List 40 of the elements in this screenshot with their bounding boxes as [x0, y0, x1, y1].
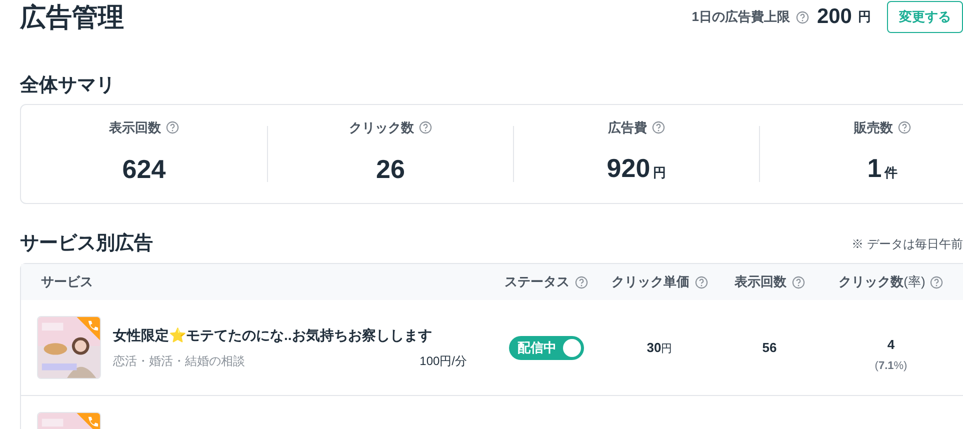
metric-value: 26	[376, 156, 405, 182]
service-category: 恋活・婚活・結婚の相談	[113, 353, 245, 370]
page-title: 広告管理	[20, 4, 124, 30]
column-header: クリック数(率)	[838, 273, 926, 292]
column-header: サービス	[41, 273, 93, 292]
column-header: ステータス	[504, 273, 570, 292]
click-rate: (7.1%)	[874, 359, 908, 374]
help-icon[interactable]	[574, 276, 588, 288]
clicks-value: 4	[887, 336, 895, 354]
help-icon[interactable]	[792, 276, 804, 288]
impressions-value: 56	[762, 338, 777, 357]
metric-label: 広告費	[608, 119, 647, 137]
metric-value: 920	[606, 154, 650, 180]
data-notice: ※ データは毎日午前	[852, 236, 963, 252]
metric-label: 販売数	[854, 119, 893, 137]
help-icon[interactable]	[898, 121, 911, 134]
metric-label: 表示回数	[109, 119, 161, 137]
help-icon[interactable]	[419, 121, 432, 134]
metric-value: 624	[122, 156, 166, 182]
budget-label: 1日の広告費上限	[692, 8, 790, 26]
metric-label: クリック数	[349, 119, 414, 137]
help-icon[interactable]	[694, 276, 708, 288]
budget-value: 200	[816, 4, 852, 30]
metric-unit: 円	[653, 164, 666, 182]
cpc-value: 30円	[646, 338, 672, 357]
help-icon[interactable]	[166, 121, 179, 134]
service-price: 100円/分	[420, 353, 467, 370]
service-title[interactable]: 女性限定⭐モテてたのにな..お気持ちお察しします	[113, 325, 467, 346]
status-toggle[interactable]: 配信中	[508, 336, 584, 360]
change-button[interactable]: 変更する	[887, 1, 963, 33]
help-icon[interactable]	[930, 276, 944, 288]
help-icon[interactable]	[652, 121, 665, 134]
help-icon[interactable]	[796, 10, 809, 24]
section-title: 全体サマリ	[20, 76, 116, 95]
column-header: 表示回数	[734, 273, 786, 292]
section-title: サービス別広告	[20, 234, 153, 253]
budget-unit: 円	[858, 8, 871, 26]
metric-value: 1	[867, 154, 882, 180]
metric-unit: 件	[884, 164, 898, 182]
column-header: クリック単価	[612, 273, 690, 292]
